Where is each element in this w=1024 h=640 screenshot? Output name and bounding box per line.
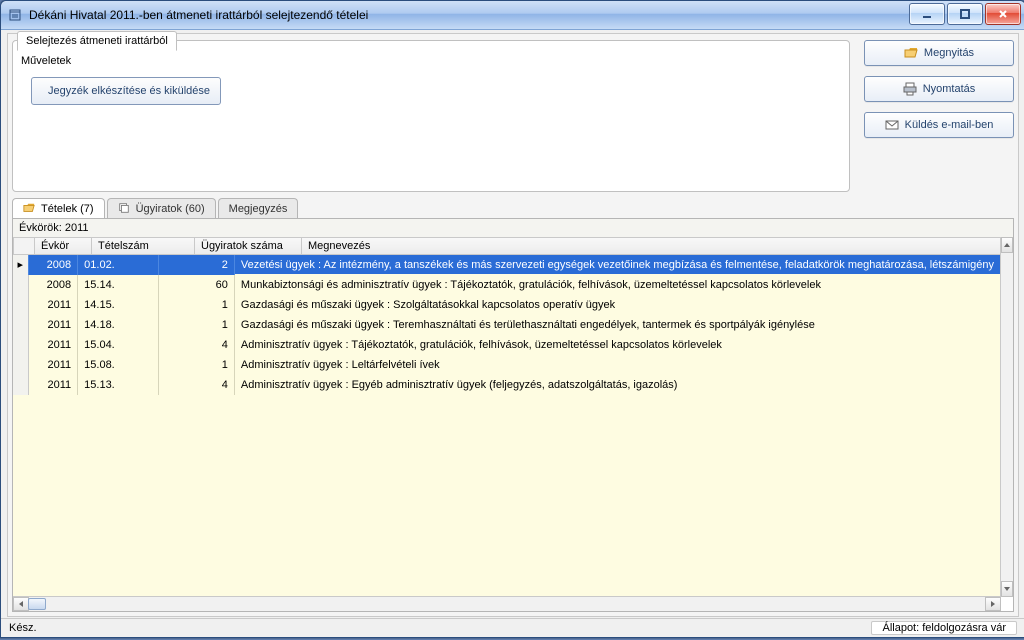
cell-evkor: 2011 xyxy=(28,355,78,375)
tab-tetelek[interactable]: Tételek (7) xyxy=(12,198,105,219)
groupbox-tab-label: Selejtezés átmeneti irattárból xyxy=(26,35,168,47)
tab-megjegyzes-label: Megjegyzés xyxy=(229,203,288,215)
grid-panel: Évkörök: 2011 Évkör Tételszám Ügyiratok … xyxy=(12,218,1014,612)
cell-evkor: 2008 xyxy=(28,255,78,275)
cell-evkor: 2011 xyxy=(28,315,78,335)
cell-ugyiratok-szama: 1 xyxy=(158,355,234,375)
window-frame: Dékáni Hivatal 2011.-ben átmeneti irattá… xyxy=(0,0,1024,638)
table-row[interactable]: 201115.08.1Adminisztratív ügyek : Leltár… xyxy=(13,355,1001,375)
folder-open-icon xyxy=(23,202,35,217)
table-row[interactable]: 200815.14.60Munkabiztonsági és adminiszt… xyxy=(13,275,1001,295)
action-sidebar: Megnyitás Nyomtatás Küldés e-mail-ben xyxy=(864,40,1014,148)
cell-megnevezes: Adminisztratív ügyek : Tájékoztatók, gra… xyxy=(234,335,1000,355)
row-indicator xyxy=(13,335,28,355)
grid-header: Évkör Tételszám Ügyiratok száma Megnevez… xyxy=(13,237,1001,255)
cell-ugyiratok-szama: 1 xyxy=(158,315,234,335)
cell-tetelszam: 15.04. xyxy=(78,335,159,355)
status-ready: Kész. xyxy=(9,622,45,634)
row-indicator xyxy=(13,275,28,295)
open-button[interactable]: Megnyitás xyxy=(864,40,1014,66)
status-bar: Kész. Állapot: feldolgozásra vár xyxy=(1,618,1024,637)
cell-tetelszam: 15.14. xyxy=(78,275,159,295)
cell-evkor: 2008 xyxy=(28,275,78,295)
cell-tetelszam: 15.13. xyxy=(78,375,159,395)
close-button[interactable] xyxy=(985,3,1021,25)
operations-label: Műveletek xyxy=(21,55,71,67)
window-title: Dékáni Hivatal 2011.-ben átmeneti irattá… xyxy=(29,8,368,22)
cell-megnevezes: Vezetési ügyek : Az intézmény, a tanszék… xyxy=(234,255,1000,275)
groupbox-tab[interactable]: Selejtezés átmeneti irattárból xyxy=(17,31,177,51)
group-band: Évkörök: 2011 xyxy=(13,219,1013,238)
cell-ugyiratok-szama: 60 xyxy=(158,275,234,295)
email-button-label: Küldés e-mail-ben xyxy=(905,119,994,131)
col-megnevezes[interactable]: Megnevezés xyxy=(302,237,1001,255)
hscroll-thumb[interactable] xyxy=(28,598,46,610)
minimize-button[interactable] xyxy=(909,3,945,25)
mail-icon xyxy=(885,118,899,132)
col-evkor[interactable]: Évkör xyxy=(35,237,92,255)
tab-megjegyzes[interactable]: Megjegyzés xyxy=(218,198,299,219)
cell-tetelszam: 15.08. xyxy=(78,355,159,375)
print-button[interactable]: Nyomtatás xyxy=(864,76,1014,102)
table-row[interactable]: 201115.13.4Adminisztratív ügyek : Egyéb … xyxy=(13,375,1001,395)
row-indicator xyxy=(13,375,28,395)
client-area: Megnyitás Nyomtatás Küldés e-mail-ben Se… xyxy=(7,33,1019,617)
cell-megnevezes: Munkabiztonsági és adminisztratív ügyek … xyxy=(234,275,1000,295)
app-icon xyxy=(7,7,23,23)
grid-body: ▸200801.02.2Vezetési ügyek : Az intézmén… xyxy=(13,255,1001,395)
open-button-label: Megnyitás xyxy=(924,47,974,59)
row-indicator xyxy=(13,295,28,315)
group-band-label: Évkörök: 2011 xyxy=(19,222,89,234)
tab-tetelek-label: Tételek (7) xyxy=(41,203,94,215)
printer-icon xyxy=(903,82,917,96)
create-send-list-button[interactable]: Jegyzék elkészítése és kiküldése xyxy=(31,77,221,105)
scroll-left-button[interactable] xyxy=(13,597,29,611)
col-tetelszam[interactable]: Tételszám xyxy=(92,237,195,255)
scroll-down-button[interactable] xyxy=(1001,581,1013,597)
cell-megnevezes: Adminisztratív ügyek : Egyéb adminisztra… xyxy=(234,375,1000,395)
scroll-right-button[interactable] xyxy=(985,597,1001,611)
folder-open-icon xyxy=(904,46,918,60)
col-ugyiratok-szama[interactable]: Ügyiratok száma xyxy=(195,237,302,255)
cell-ugyiratok-szama: 4 xyxy=(158,375,234,395)
status-state: Állapot: feldolgozásra vár xyxy=(871,621,1017,635)
cell-ugyiratok-szama: 1 xyxy=(158,295,234,315)
cell-megnevezes: Gazdasági és műszaki ügyek : Teremhaszná… xyxy=(234,315,1000,335)
scroll-up-button[interactable] xyxy=(1001,237,1013,253)
cell-evkor: 2011 xyxy=(28,295,78,315)
data-grid[interactable]: Évkör Tételszám Ügyiratok száma Megnevez… xyxy=(13,237,1001,597)
cell-tetelszam: 14.15. xyxy=(78,295,159,315)
cell-ugyiratok-szama: 4 xyxy=(158,335,234,355)
stack-icon xyxy=(118,202,130,217)
tab-ugyiratok-label: Ügyiratok (60) xyxy=(136,203,205,215)
table-row[interactable]: ▸200801.02.2Vezetési ügyek : Az intézmén… xyxy=(13,255,1001,275)
cell-megnevezes: Adminisztratív ügyek : Leltárfelvételi í… xyxy=(234,355,1000,375)
vertical-scrollbar[interactable] xyxy=(1000,237,1013,597)
row-gutter-header xyxy=(13,237,35,255)
email-button[interactable]: Küldés e-mail-ben xyxy=(864,112,1014,138)
print-button-label: Nyomtatás xyxy=(923,83,976,95)
cell-megnevezes: Gazdasági és műszaki ügyek : Szolgáltatá… xyxy=(234,295,1000,315)
titlebar[interactable]: Dékáni Hivatal 2011.-ben átmeneti irattá… xyxy=(1,1,1024,30)
tab-ugyiratok[interactable]: Ügyiratok (60) xyxy=(107,198,216,219)
cell-tetelszam: 01.02. xyxy=(78,255,159,275)
row-indicator xyxy=(13,355,28,375)
operations-groupbox: Selejtezés átmeneti irattárból Műveletek… xyxy=(12,40,850,192)
cell-tetelszam: 14.18. xyxy=(78,315,159,335)
row-indicator: ▸ xyxy=(13,255,28,275)
cell-evkor: 2011 xyxy=(28,375,78,395)
row-indicator xyxy=(13,315,28,335)
main-tabs: Tételek (7) Ügyiratok (60) Megjegyzés xyxy=(12,198,1014,220)
table-row[interactable]: 201114.15.1Gazdasági és műszaki ügyek : … xyxy=(13,295,1001,315)
maximize-button[interactable] xyxy=(947,3,983,25)
horizontal-scrollbar[interactable] xyxy=(13,596,1001,611)
table-row[interactable]: 201115.04.4Adminisztratív ügyek : Tájéko… xyxy=(13,335,1001,355)
cell-ugyiratok-szama: 2 xyxy=(158,255,234,275)
table-row[interactable]: 201114.18.1Gazdasági és műszaki ügyek : … xyxy=(13,315,1001,335)
cell-evkor: 2011 xyxy=(28,335,78,355)
create-send-list-label: Jegyzék elkészítése és kiküldése xyxy=(48,85,210,97)
